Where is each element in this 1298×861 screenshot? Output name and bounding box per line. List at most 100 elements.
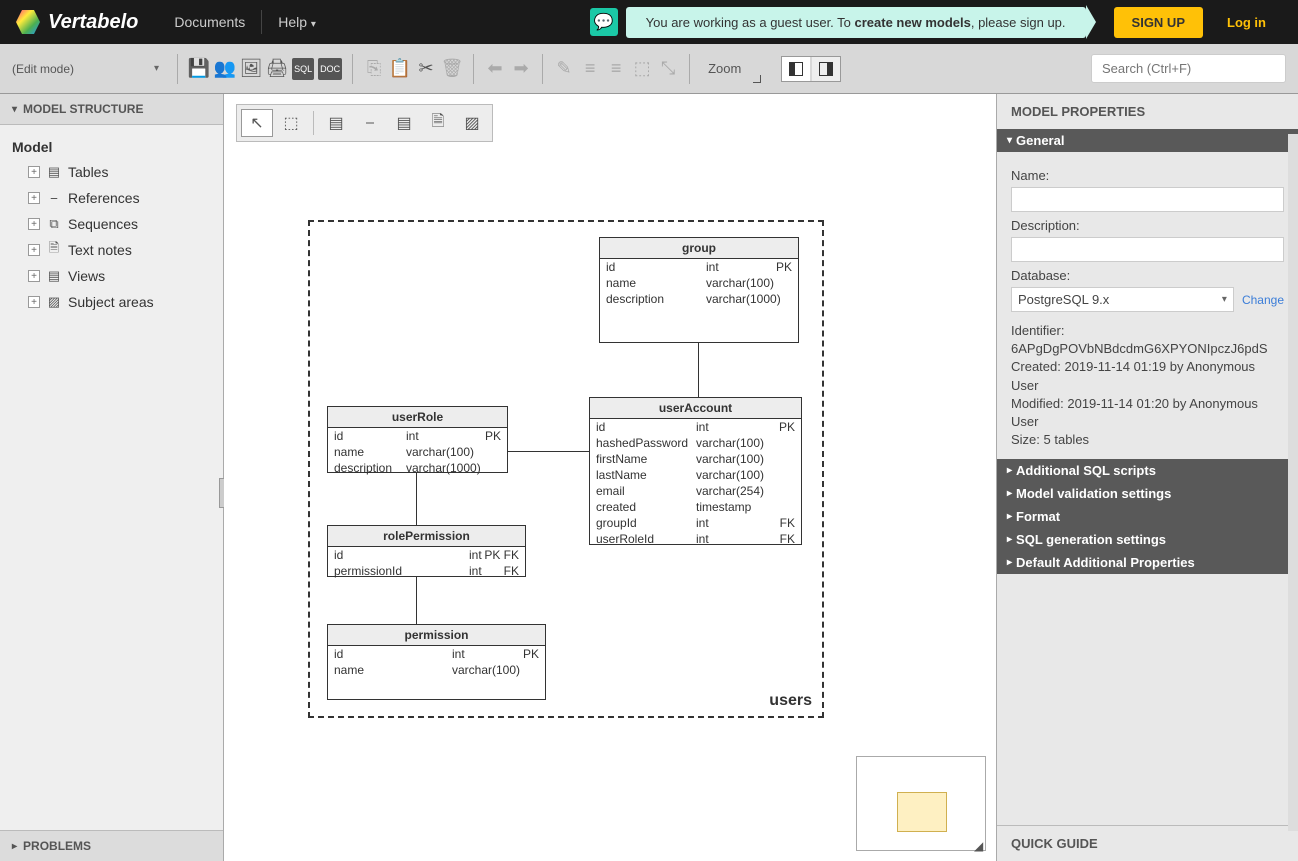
expand-icon[interactable]: + bbox=[28, 244, 40, 256]
model-structure-header[interactable]: ▾MODEL STRUCTURE bbox=[0, 94, 223, 125]
section-additional-sql-scripts[interactable]: ▸Additional SQL scripts bbox=[997, 459, 1298, 482]
share-icon[interactable]: 👥 bbox=[214, 58, 236, 80]
properties-panel: MODEL PROPERTIES ▾General Name: Descript… bbox=[996, 94, 1298, 861]
minimap[interactable]: ◢ bbox=[856, 756, 986, 851]
paste-icon[interactable]: 📋 bbox=[389, 58, 411, 80]
general-body: Name: Description: Database: PostgreSQL … bbox=[997, 152, 1298, 459]
scrollbar[interactable] bbox=[1288, 134, 1298, 831]
signup-button[interactable]: SIGN UP bbox=[1114, 7, 1203, 38]
toolbar: (Edit mode)▾ 💾 👥 🖼 🖨 SQL DOC ⎘ 📋 ✂ 🗑 ⬅ ➡… bbox=[0, 44, 1298, 94]
marquee-tool[interactable]: ⬚ bbox=[275, 109, 307, 137]
table-column: emailvarchar(254) bbox=[590, 483, 801, 499]
tree-item-sequences[interactable]: + ⧉ Sequences bbox=[8, 211, 215, 237]
section-format[interactable]: ▸Format bbox=[997, 505, 1298, 528]
table-column: descriptionvarchar(1000) bbox=[600, 291, 798, 307]
tree-item-subject-areas[interactable]: +▨Subject areas bbox=[8, 289, 215, 315]
tree-item-references[interactable]: +⎯References bbox=[8, 185, 215, 211]
table-permission[interactable]: permissionidintPKnamevarchar(100) bbox=[327, 624, 546, 700]
tree-item-tables[interactable]: +▤Tables bbox=[8, 159, 215, 185]
copy-icon[interactable]: ⎘ bbox=[363, 58, 385, 80]
canvas-toolbar: ↖ ⬚ ▤ ⎯ ▤ 🗎 ▨ bbox=[236, 104, 493, 142]
print-icon[interactable]: 🖨 bbox=[266, 58, 288, 80]
tree-item-icon: ▨ bbox=[46, 295, 62, 309]
distribute-icon[interactable]: ⬚ bbox=[631, 58, 653, 80]
logo[interactable]: Vertabelo bbox=[16, 10, 138, 34]
name-label: Name: bbox=[1011, 168, 1284, 183]
table-tool[interactable]: ▤ bbox=[320, 109, 352, 137]
undo-icon[interactable]: ⬅ bbox=[484, 58, 506, 80]
table-column: idintPK bbox=[328, 646, 545, 662]
note-tool[interactable]: 🗎 bbox=[422, 109, 454, 137]
arrange-icon[interactable]: ⤡ bbox=[657, 58, 679, 80]
align-left-icon[interactable]: ≡ bbox=[579, 58, 601, 80]
edit-icon[interactable]: ✎ bbox=[553, 58, 575, 80]
view-right-panel-button[interactable] bbox=[812, 57, 840, 81]
table-group[interactable]: groupidintPKnamevarchar(100)descriptionv… bbox=[599, 237, 799, 343]
chat-icon[interactable]: 💬 bbox=[590, 8, 618, 36]
sql-icon[interactable]: SQL bbox=[292, 58, 314, 80]
search-input[interactable] bbox=[1091, 54, 1286, 83]
zoom-resize-icon[interactable] bbox=[753, 75, 761, 83]
change-link[interactable]: Change bbox=[1242, 293, 1284, 307]
database-label: Database: bbox=[1011, 268, 1284, 283]
tree-item-views[interactable]: +▤Views bbox=[8, 263, 215, 289]
tree-item-icon: ⧉ bbox=[46, 217, 62, 231]
quick-guide-header[interactable]: QUICK GUIDE bbox=[997, 825, 1298, 861]
view-left-panel-button[interactable] bbox=[782, 57, 810, 81]
minimap-viewport[interactable] bbox=[897, 792, 947, 832]
expand-icon[interactable]: + bbox=[28, 166, 40, 178]
image-icon[interactable]: 🖼 bbox=[240, 58, 262, 80]
doc-icon[interactable]: DOC bbox=[318, 58, 342, 80]
problems-header[interactable]: ▸PROBLEMS bbox=[0, 830, 223, 861]
canvas[interactable]: ↖ ⬚ ▤ ⎯ ▤ 🗎 ▨ users groupidintPKnamevarc… bbox=[224, 94, 996, 861]
save-icon[interactable]: 💾 bbox=[188, 58, 210, 80]
table-userrole[interactable]: userRoleidintPKnamevarchar(100)descripti… bbox=[327, 406, 508, 473]
database-select[interactable]: PostgreSQL 9.x▾ bbox=[1011, 287, 1234, 312]
section-general[interactable]: ▾General bbox=[997, 129, 1298, 152]
section-model-validation-settings[interactable]: ▸Model validation settings bbox=[997, 482, 1298, 505]
expand-icon[interactable]: + bbox=[28, 296, 40, 308]
nav-help[interactable]: Help ▾ bbox=[262, 14, 332, 30]
cut-icon[interactable]: ✂ bbox=[415, 58, 437, 80]
table-column: hashedPasswordvarchar(100) bbox=[590, 435, 801, 451]
expand-icon[interactable]: + bbox=[28, 192, 40, 204]
tree-item-icon: ▤ bbox=[46, 165, 62, 179]
align-right-icon[interactable]: ≡ bbox=[605, 58, 627, 80]
name-field[interactable] bbox=[1011, 187, 1284, 212]
view-toggle bbox=[781, 56, 841, 82]
section-default-additional-properties[interactable]: ▸Default Additional Properties bbox=[997, 551, 1298, 574]
table-column: firstNamevarchar(100) bbox=[590, 451, 801, 467]
identifier-label: Identifier: bbox=[1011, 322, 1284, 340]
edit-mode-label[interactable]: (Edit mode)▾ bbox=[12, 62, 159, 76]
description-field[interactable] bbox=[1011, 237, 1284, 262]
tree-item-label: Views bbox=[68, 268, 105, 284]
section-sql-generation-settings[interactable]: ▸SQL generation settings bbox=[997, 528, 1298, 551]
table-column: idintPK bbox=[600, 259, 798, 275]
area-tool[interactable]: ▨ bbox=[456, 109, 488, 137]
description-label: Description: bbox=[1011, 218, 1284, 233]
banner-text: You are working as a guest user. To crea… bbox=[626, 7, 1086, 38]
tree-item-icon: ⎯ bbox=[46, 191, 62, 205]
login-link[interactable]: Log in bbox=[1211, 15, 1282, 30]
connector bbox=[416, 577, 417, 624]
reference-tool[interactable]: ⎯ bbox=[354, 109, 386, 137]
table-column: lastNamevarchar(100) bbox=[590, 467, 801, 483]
table-column: idintPK bbox=[328, 428, 507, 444]
table-useraccount[interactable]: userAccountidintPKhashedPasswordvarchar(… bbox=[589, 397, 802, 545]
pointer-tool[interactable]: ↖ bbox=[241, 109, 273, 137]
delete-icon[interactable]: 🗑 bbox=[441, 58, 463, 80]
table-rolepermission[interactable]: rolePermissionidintPK FKpermissionIdintF… bbox=[327, 525, 526, 577]
expand-icon[interactable]: + bbox=[28, 218, 40, 230]
tree-item-text-notes[interactable]: +🗎Text notes bbox=[8, 237, 215, 263]
nav-documents[interactable]: Documents bbox=[158, 14, 261, 30]
table-header: userAccount bbox=[590, 398, 801, 419]
zoom-label[interactable]: Zoom bbox=[700, 61, 749, 76]
minimap-resize-icon[interactable]: ◢ bbox=[974, 839, 986, 851]
view-tool[interactable]: ▤ bbox=[388, 109, 420, 137]
expand-icon[interactable]: + bbox=[28, 270, 40, 282]
tree-root[interactable]: Model bbox=[8, 135, 215, 159]
table-column: namevarchar(100) bbox=[328, 444, 507, 460]
guest-banner: 💬 You are working as a guest user. To cr… bbox=[590, 7, 1282, 38]
tree-item-label: Sequences bbox=[68, 216, 138, 232]
redo-icon[interactable]: ➡ bbox=[510, 58, 532, 80]
